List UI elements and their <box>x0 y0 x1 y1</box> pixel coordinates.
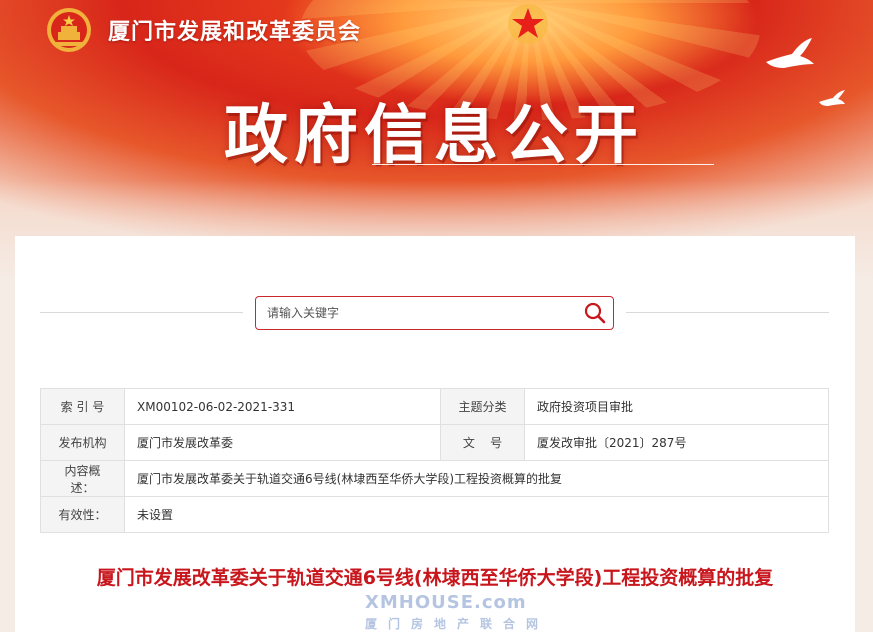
document-meta-table: 索 引 号 XM00102-06-02-2021-331 主题分类 政府投资项目… <box>40 388 829 533</box>
hero-underline <box>372 164 714 165</box>
content-card: 索 引 号 XM00102-06-02-2021-331 主题分类 政府投资项目… <box>15 236 855 632</box>
org-name[interactable]: 厦门市发展和改革委员会 <box>108 14 361 46</box>
document-title: 厦门市发展改革委关于轨道交通6号线(林埭西至华侨大学段)工程投资概算的批复 <box>96 567 774 589</box>
summary-label: 内容概述： <box>40 460 125 497</box>
summary-value: 厦门市发展改革委关于轨道交通6号线(林埭西至华侨大学段)工程投资概算的批复 <box>124 460 829 497</box>
doc-number-label: 文 号 <box>440 424 525 461</box>
publisher-value: 厦门市发展改革委 <box>124 424 441 461</box>
publisher-label: 发布机构 <box>40 424 125 461</box>
national-emblem-icon[interactable] <box>45 6 93 54</box>
dove-icon <box>766 38 814 68</box>
watermark-main: XMHOUSE.com <box>365 592 527 613</box>
dove-small-icon <box>819 90 845 106</box>
search-button[interactable] <box>577 297 613 329</box>
star-emblem-icon <box>508 4 548 44</box>
search-box <box>255 296 614 330</box>
index-number-label: 索 引 号 <box>40 388 125 425</box>
topic-category-label: 主题分类 <box>440 388 525 425</box>
search-divider-right <box>626 312 829 313</box>
doc-number-value: 厦发改审批〔2021〕287号 <box>524 424 829 461</box>
table-row: 内容概述： 厦门市发展改革委关于轨道交通6号线(林埭西至华侨大学段)工程投资概算… <box>40 460 829 497</box>
search-icon <box>584 302 606 324</box>
search-divider-left <box>40 312 243 313</box>
topic-category-value: 政府投资项目审批 <box>524 388 829 425</box>
validity-label: 有效性： <box>40 496 125 533</box>
table-row: 发布机构 厦门市发展改革委 文 号 厦发改审批〔2021〕287号 <box>40 424 829 461</box>
search-input[interactable] <box>256 297 577 329</box>
watermark: XMHOUSE.com 厦门房地产联合网 <box>365 592 549 632</box>
table-row: 索 引 号 XM00102-06-02-2021-331 主题分类 政府投资项目… <box>40 388 829 425</box>
table-row: 有效性： 未设置 <box>40 496 829 533</box>
watermark-sub: 厦门房地产联合网 <box>365 617 550 631</box>
hero-title: 政府信息公开 <box>224 99 644 173</box>
index-number-value: XM00102-06-02-2021-331 <box>124 388 441 425</box>
validity-value: 未设置 <box>124 496 829 533</box>
